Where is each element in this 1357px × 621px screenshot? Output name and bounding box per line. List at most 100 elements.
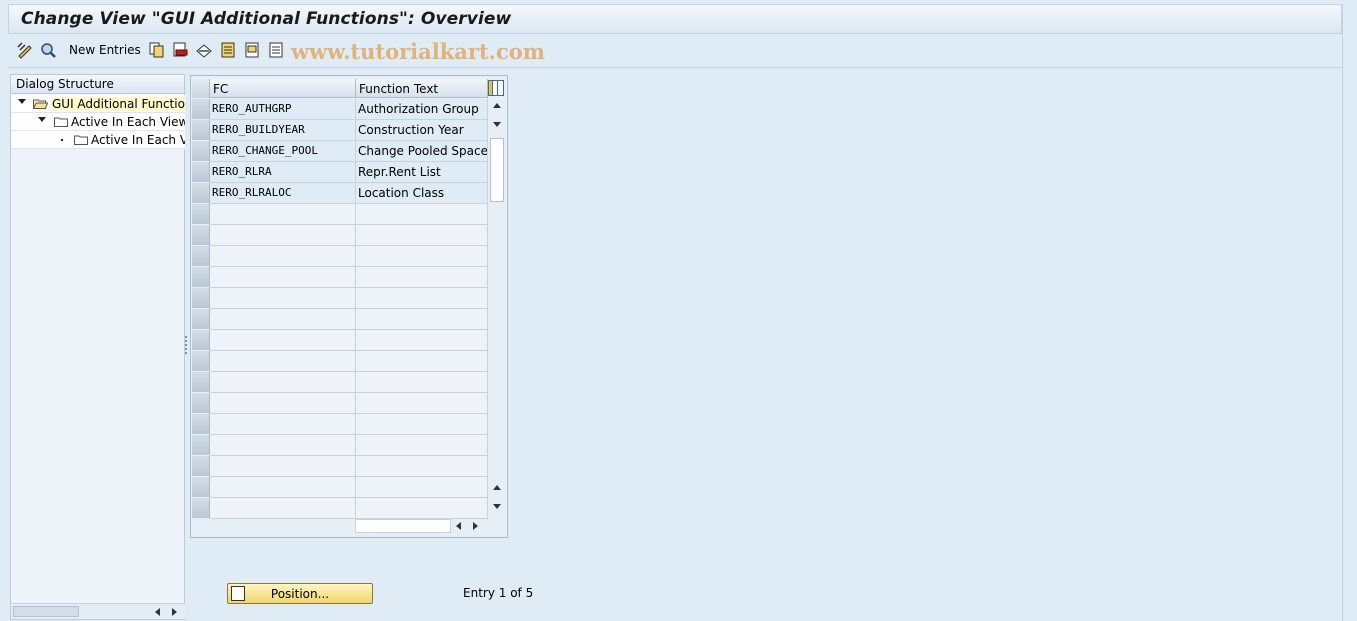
row-selector[interactable] (192, 435, 210, 456)
scroll-thumb[interactable] (13, 606, 79, 617)
scroll-left-icon[interactable] (155, 608, 160, 616)
tree-item-active-in-each-view[interactable]: Active In Each View (11, 113, 185, 131)
row-selector[interactable] (192, 372, 210, 393)
row-selector[interactable] (192, 99, 210, 120)
cell-function-text[interactable] (356, 456, 488, 477)
cell-function-text[interactable] (356, 309, 488, 330)
scroll-thumb[interactable] (490, 138, 504, 202)
row-selector[interactable] (192, 141, 210, 162)
row-selector[interactable] (192, 120, 210, 141)
cell-fc[interactable] (210, 267, 356, 288)
delete-icon[interactable] (171, 41, 189, 59)
undo-icon[interactable] (195, 41, 213, 59)
scroll-down-icon[interactable] (493, 504, 501, 509)
cell-function-text[interactable]: Repr.Rent List (356, 162, 488, 183)
cell-fc[interactable] (210, 246, 356, 267)
scroll-up-icon[interactable] (493, 485, 501, 490)
column-header-function-text[interactable]: Function Text (356, 79, 488, 98)
row-selector[interactable] (192, 498, 210, 519)
row-selector[interactable] (192, 414, 210, 435)
cell-function-text[interactable]: Authorization Group (356, 99, 488, 120)
cell-function-text[interactable] (356, 498, 488, 519)
row-selector[interactable] (192, 225, 210, 246)
cell-function-text[interactable] (356, 393, 488, 414)
cell-fc[interactable] (210, 225, 356, 246)
display-change-icon[interactable] (16, 41, 34, 59)
expand-arrow-icon[interactable] (38, 117, 46, 122)
cell-fc[interactable]: RERO_RLRA (210, 162, 356, 183)
row-selector[interactable] (192, 330, 210, 351)
select-block-icon[interactable] (243, 41, 261, 59)
scroll-right-icon[interactable] (473, 522, 478, 530)
table-horizontal-scrollbar[interactable] (355, 519, 478, 533)
row-selector[interactable] (192, 393, 210, 414)
cell-fc[interactable] (210, 414, 356, 435)
folder-open-icon (33, 99, 48, 109)
row-selector[interactable] (192, 351, 210, 372)
cell-function-text[interactable] (356, 414, 488, 435)
row-selector[interactable] (192, 309, 210, 330)
cell-function-text[interactable] (356, 204, 488, 225)
cell-function-text[interactable] (356, 477, 488, 498)
cell-function-text[interactable] (356, 225, 488, 246)
table-control: FC Function Text RERO_AUTHGRP Authorizati… (190, 75, 508, 538)
find-icon[interactable] (39, 41, 57, 59)
row-selector[interactable] (192, 288, 210, 309)
select-all-rows-button[interactable] (192, 79, 210, 98)
cell-fc[interactable] (210, 351, 356, 372)
row-selector[interactable] (192, 246, 210, 267)
column-header-fc[interactable]: FC (210, 79, 356, 98)
cell-function-text[interactable]: Location Class (356, 183, 488, 204)
cell-fc[interactable] (210, 393, 356, 414)
row-selector[interactable] (192, 267, 210, 288)
new-entries-button[interactable]: New Entries (69, 43, 141, 57)
row-selector[interactable] (192, 204, 210, 225)
cell-fc[interactable]: RERO_BUILDYEAR (210, 120, 356, 141)
table-vertical-scrollbar[interactable] (490, 100, 505, 512)
scroll-left-icon[interactable] (456, 522, 461, 530)
cell-function-text[interactable]: Construction Year (356, 120, 488, 141)
cell-fc[interactable] (210, 204, 356, 225)
cell-fc[interactable] (210, 477, 356, 498)
deselect-all-icon[interactable] (267, 41, 285, 59)
cell-fc[interactable] (210, 456, 356, 477)
cell-fc[interactable] (210, 372, 356, 393)
scroll-down-icon[interactable] (493, 122, 501, 127)
splitter-grip[interactable] (185, 336, 187, 354)
copy-icon[interactable] (147, 41, 165, 59)
cell-fc[interactable]: RERO_CHANGE_POOL (210, 141, 356, 162)
cell-function-text[interactable] (356, 288, 488, 309)
scroll-up-icon[interactable] (493, 103, 501, 108)
row-selector[interactable] (192, 162, 210, 183)
expand-arrow-icon[interactable] (18, 99, 26, 104)
select-all-icon[interactable] (219, 41, 237, 59)
cell-fc[interactable] (210, 288, 356, 309)
position-button[interactable]: Position... (227, 583, 373, 604)
row-selector[interactable] (192, 477, 210, 498)
row-selector[interactable] (192, 456, 210, 477)
cell-function-text[interactable] (356, 330, 488, 351)
cell-fc[interactable]: RERO_AUTHGRP (210, 99, 356, 120)
cell-function-text[interactable] (356, 267, 488, 288)
cell-fc[interactable]: RERO_RLRALOC (210, 183, 356, 204)
tree-item-active-in-each-view-sub[interactable]: Active In Each Vi (11, 131, 185, 149)
cell-function-text[interactable] (356, 351, 488, 372)
row-selector[interactable] (192, 183, 210, 204)
cell-function-text[interactable] (356, 372, 488, 393)
table-header: FC Function Text (191, 79, 507, 98)
cell-function-text[interactable] (356, 435, 488, 456)
panel-splitter[interactable] (184, 74, 188, 620)
tree-item-gui-additional-functions[interactable]: GUI Additional Functions (11, 95, 185, 113)
cell-fc[interactable] (210, 435, 356, 456)
tree-horizontal-scrollbar[interactable] (11, 603, 185, 619)
cell-fc[interactable] (210, 309, 356, 330)
window-vertical-scrollbar[interactable] (1342, 4, 1357, 621)
title-bar: Change View "GUI Additional Functions": … (8, 4, 1342, 34)
table-settings-icon[interactable] (488, 80, 504, 96)
cell-function-text[interactable] (356, 246, 488, 267)
scroll-right-icon[interactable] (172, 608, 177, 616)
cell-function-text[interactable]: Change Pooled Space (356, 141, 488, 162)
position-button-label: Position... (270, 587, 330, 601)
cell-fc[interactable] (210, 498, 356, 519)
cell-fc[interactable] (210, 330, 356, 351)
